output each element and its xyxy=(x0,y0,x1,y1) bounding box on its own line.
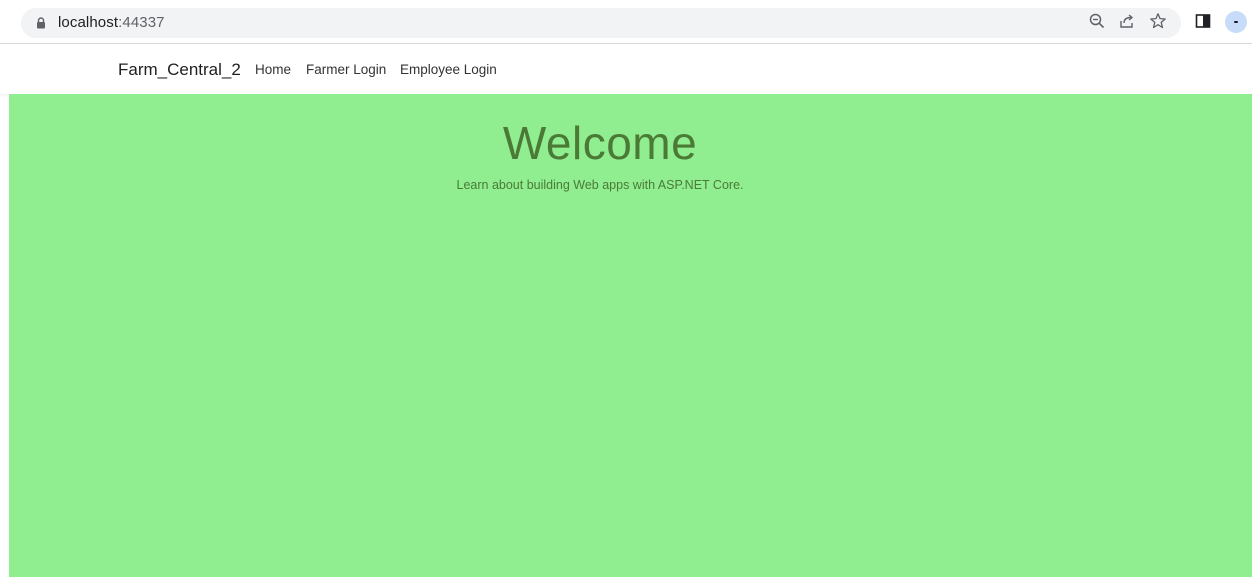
url-host: localhost xyxy=(58,14,119,31)
page-subtitle: Learn about building Web apps with ASP.N… xyxy=(456,178,744,192)
bookmark-star-icon[interactable] xyxy=(1147,10,1169,32)
nav-home-link[interactable]: Home xyxy=(255,62,291,77)
lock-icon[interactable] xyxy=(36,17,46,29)
address-bar[interactable]: localhost:44337 xyxy=(21,8,1181,38)
page-title: Welcome xyxy=(502,117,698,169)
nav-farmer-login-link[interactable]: Farmer Login xyxy=(306,62,386,77)
side-panel-icon[interactable] xyxy=(1192,10,1214,32)
zoom-icon[interactable] xyxy=(1086,10,1108,32)
browser-toolbar: localhost:44337 xyxy=(0,0,1252,44)
avatar-glyph xyxy=(1234,21,1238,23)
url-port: :44337 xyxy=(118,14,165,31)
profile-avatar[interactable] xyxy=(1225,11,1247,33)
url-text[interactable]: localhost:44337 xyxy=(58,14,165,31)
site-navbar: Farm_Central_2 Home Farmer Login Employe… xyxy=(0,44,1252,94)
main-content: Welcome Learn about building Web apps wi… xyxy=(9,94,1252,577)
nav-employee-login-link[interactable]: Employee Login xyxy=(400,62,497,77)
brand-link[interactable]: Farm_Central_2 xyxy=(118,60,241,80)
share-icon[interactable] xyxy=(1116,10,1138,32)
